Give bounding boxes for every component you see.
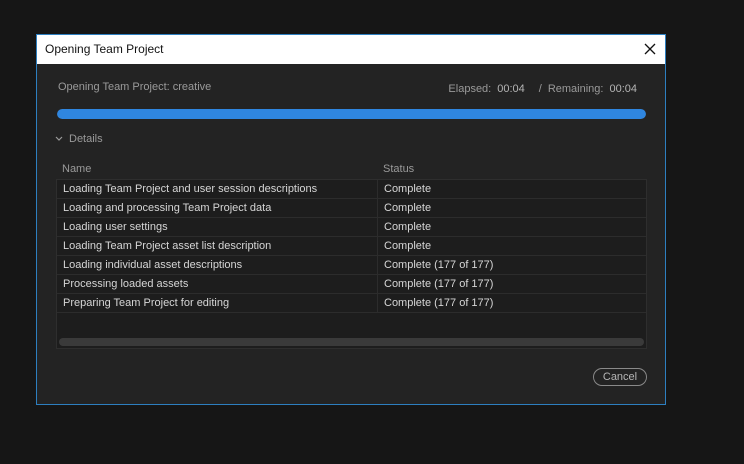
row-name: Loading Team Project asset list descript… [63, 240, 272, 252]
row-status: Complete [384, 183, 432, 195]
remaining-label: Remaining: [547, 83, 604, 95]
table-row[interactable]: Loading individual asset descriptions Co… [57, 256, 646, 275]
opening-team-project-dialog: Opening Team Project Opening Team Projec… [36, 34, 666, 405]
details-toggle[interactable]: Details [55, 133, 103, 145]
table-row[interactable]: Loading and processing Team Project data… [57, 199, 646, 218]
progress-bar [57, 109, 646, 119]
row-name: Loading Team Project and user session de… [63, 183, 318, 195]
timers: Elapsed: 00:04 / Remaining: 00:04 [448, 83, 637, 95]
row-status: Complete (177 of 177) [384, 297, 494, 309]
elapsed-label: Elapsed: [448, 83, 492, 95]
row-status: Complete (177 of 177) [384, 278, 494, 290]
elapsed-value: 00:04 [497, 83, 525, 95]
window-title: Opening Team Project [45, 42, 164, 56]
title-bar[interactable]: Opening Team Project [37, 35, 665, 64]
horizontal-scrollbar[interactable] [59, 338, 644, 346]
details-label: Details [69, 133, 103, 145]
column-header-name[interactable]: Name [62, 163, 91, 175]
table-row[interactable]: Loading Team Project and user session de… [57, 180, 646, 199]
chevron-down-icon [55, 136, 63, 141]
row-name: Preparing Team Project for editing [63, 297, 230, 309]
row-name: Loading and processing Team Project data [63, 202, 272, 214]
table-row[interactable]: Processing loaded assets Complete (177 o… [57, 275, 646, 294]
screen: Opening Team Project Opening Team Projec… [0, 0, 744, 464]
column-header-status[interactable]: Status [383, 163, 414, 175]
progress-fill [57, 109, 646, 119]
details-table: Name Status Loading Team Project and use… [56, 159, 647, 349]
row-status: Complete [384, 221, 432, 233]
row-status: Complete (177 of 177) [384, 259, 494, 271]
timer-separator: / [538, 83, 542, 95]
close-icon [644, 43, 656, 55]
row-name: Loading individual asset descriptions [63, 259, 243, 271]
cancel-button[interactable]: Cancel [593, 368, 647, 386]
table-body: Loading Team Project and user session de… [56, 179, 647, 349]
row-status: Complete [384, 202, 432, 214]
table-row[interactable]: Loading Team Project asset list descript… [57, 237, 646, 256]
row-status: Complete [384, 240, 432, 252]
table-row[interactable]: Loading user settings Complete [57, 218, 646, 237]
status-text: Opening Team Project: creative [58, 81, 212, 93]
row-name: Loading user settings [63, 221, 168, 233]
table-row[interactable]: Preparing Team Project for editing Compl… [57, 294, 646, 313]
row-name: Processing loaded assets [63, 278, 189, 290]
remaining-value: 00:04 [609, 83, 637, 95]
close-button[interactable] [635, 35, 665, 64]
